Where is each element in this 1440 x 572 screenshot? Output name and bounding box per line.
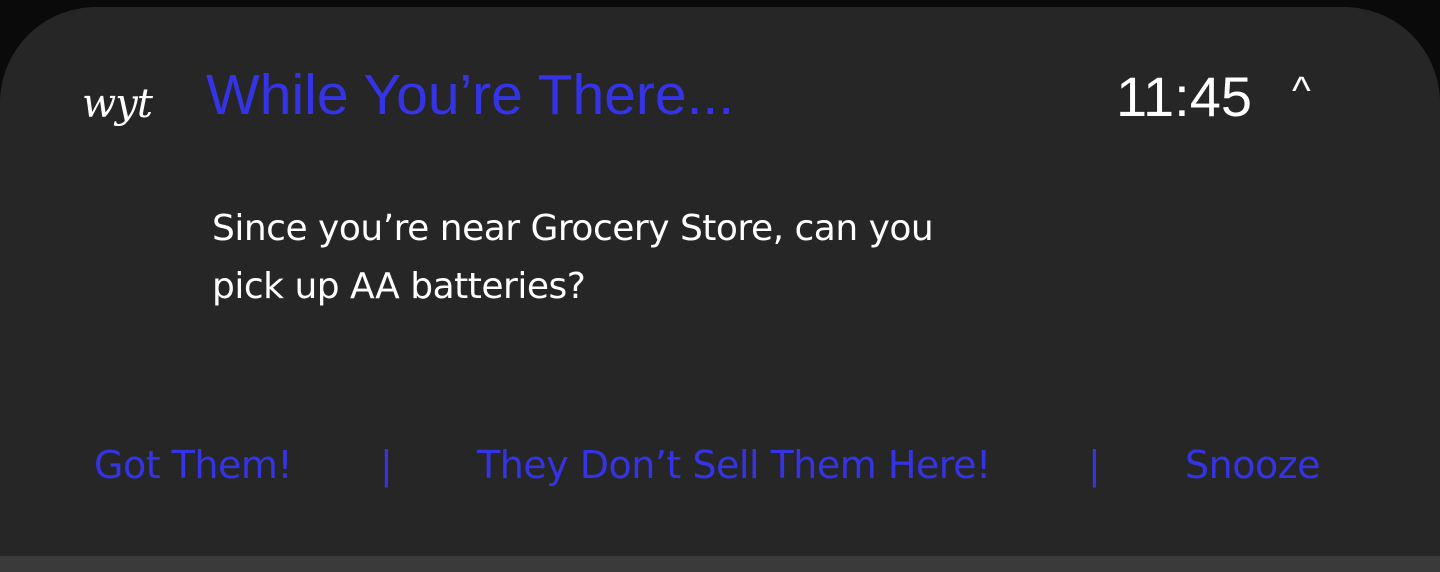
caret-up-icon[interactable]: ^ <box>1292 69 1311 113</box>
notification-message: Since you’re near Grocery Store, can you… <box>212 200 1032 316</box>
notification-time: 11:45 <box>1116 65 1252 128</box>
not-sold-here-button[interactable]: They Don’t Sell Them Here! <box>477 435 991 495</box>
app-title: While You’re There... <box>206 63 735 127</box>
bottom-strip <box>0 556 1440 572</box>
action-separator: | <box>380 443 393 487</box>
action-separator: | <box>1088 443 1101 487</box>
message-line-2: pick up AA batteries? <box>212 266 586 307</box>
message-line-1: Since you’re near Grocery Store, can you <box>212 208 934 249</box>
app-logo: wyt <box>82 81 153 127</box>
got-them-button[interactable]: Got Them! <box>94 435 293 495</box>
notification-actions: Got Them! | They Don’t Sell Them Here! |… <box>0 435 1440 495</box>
snooze-button[interactable]: Snooze <box>1185 435 1321 495</box>
notification-card: wyt While You’re There... 11:45 ^ Since … <box>0 7 1440 556</box>
